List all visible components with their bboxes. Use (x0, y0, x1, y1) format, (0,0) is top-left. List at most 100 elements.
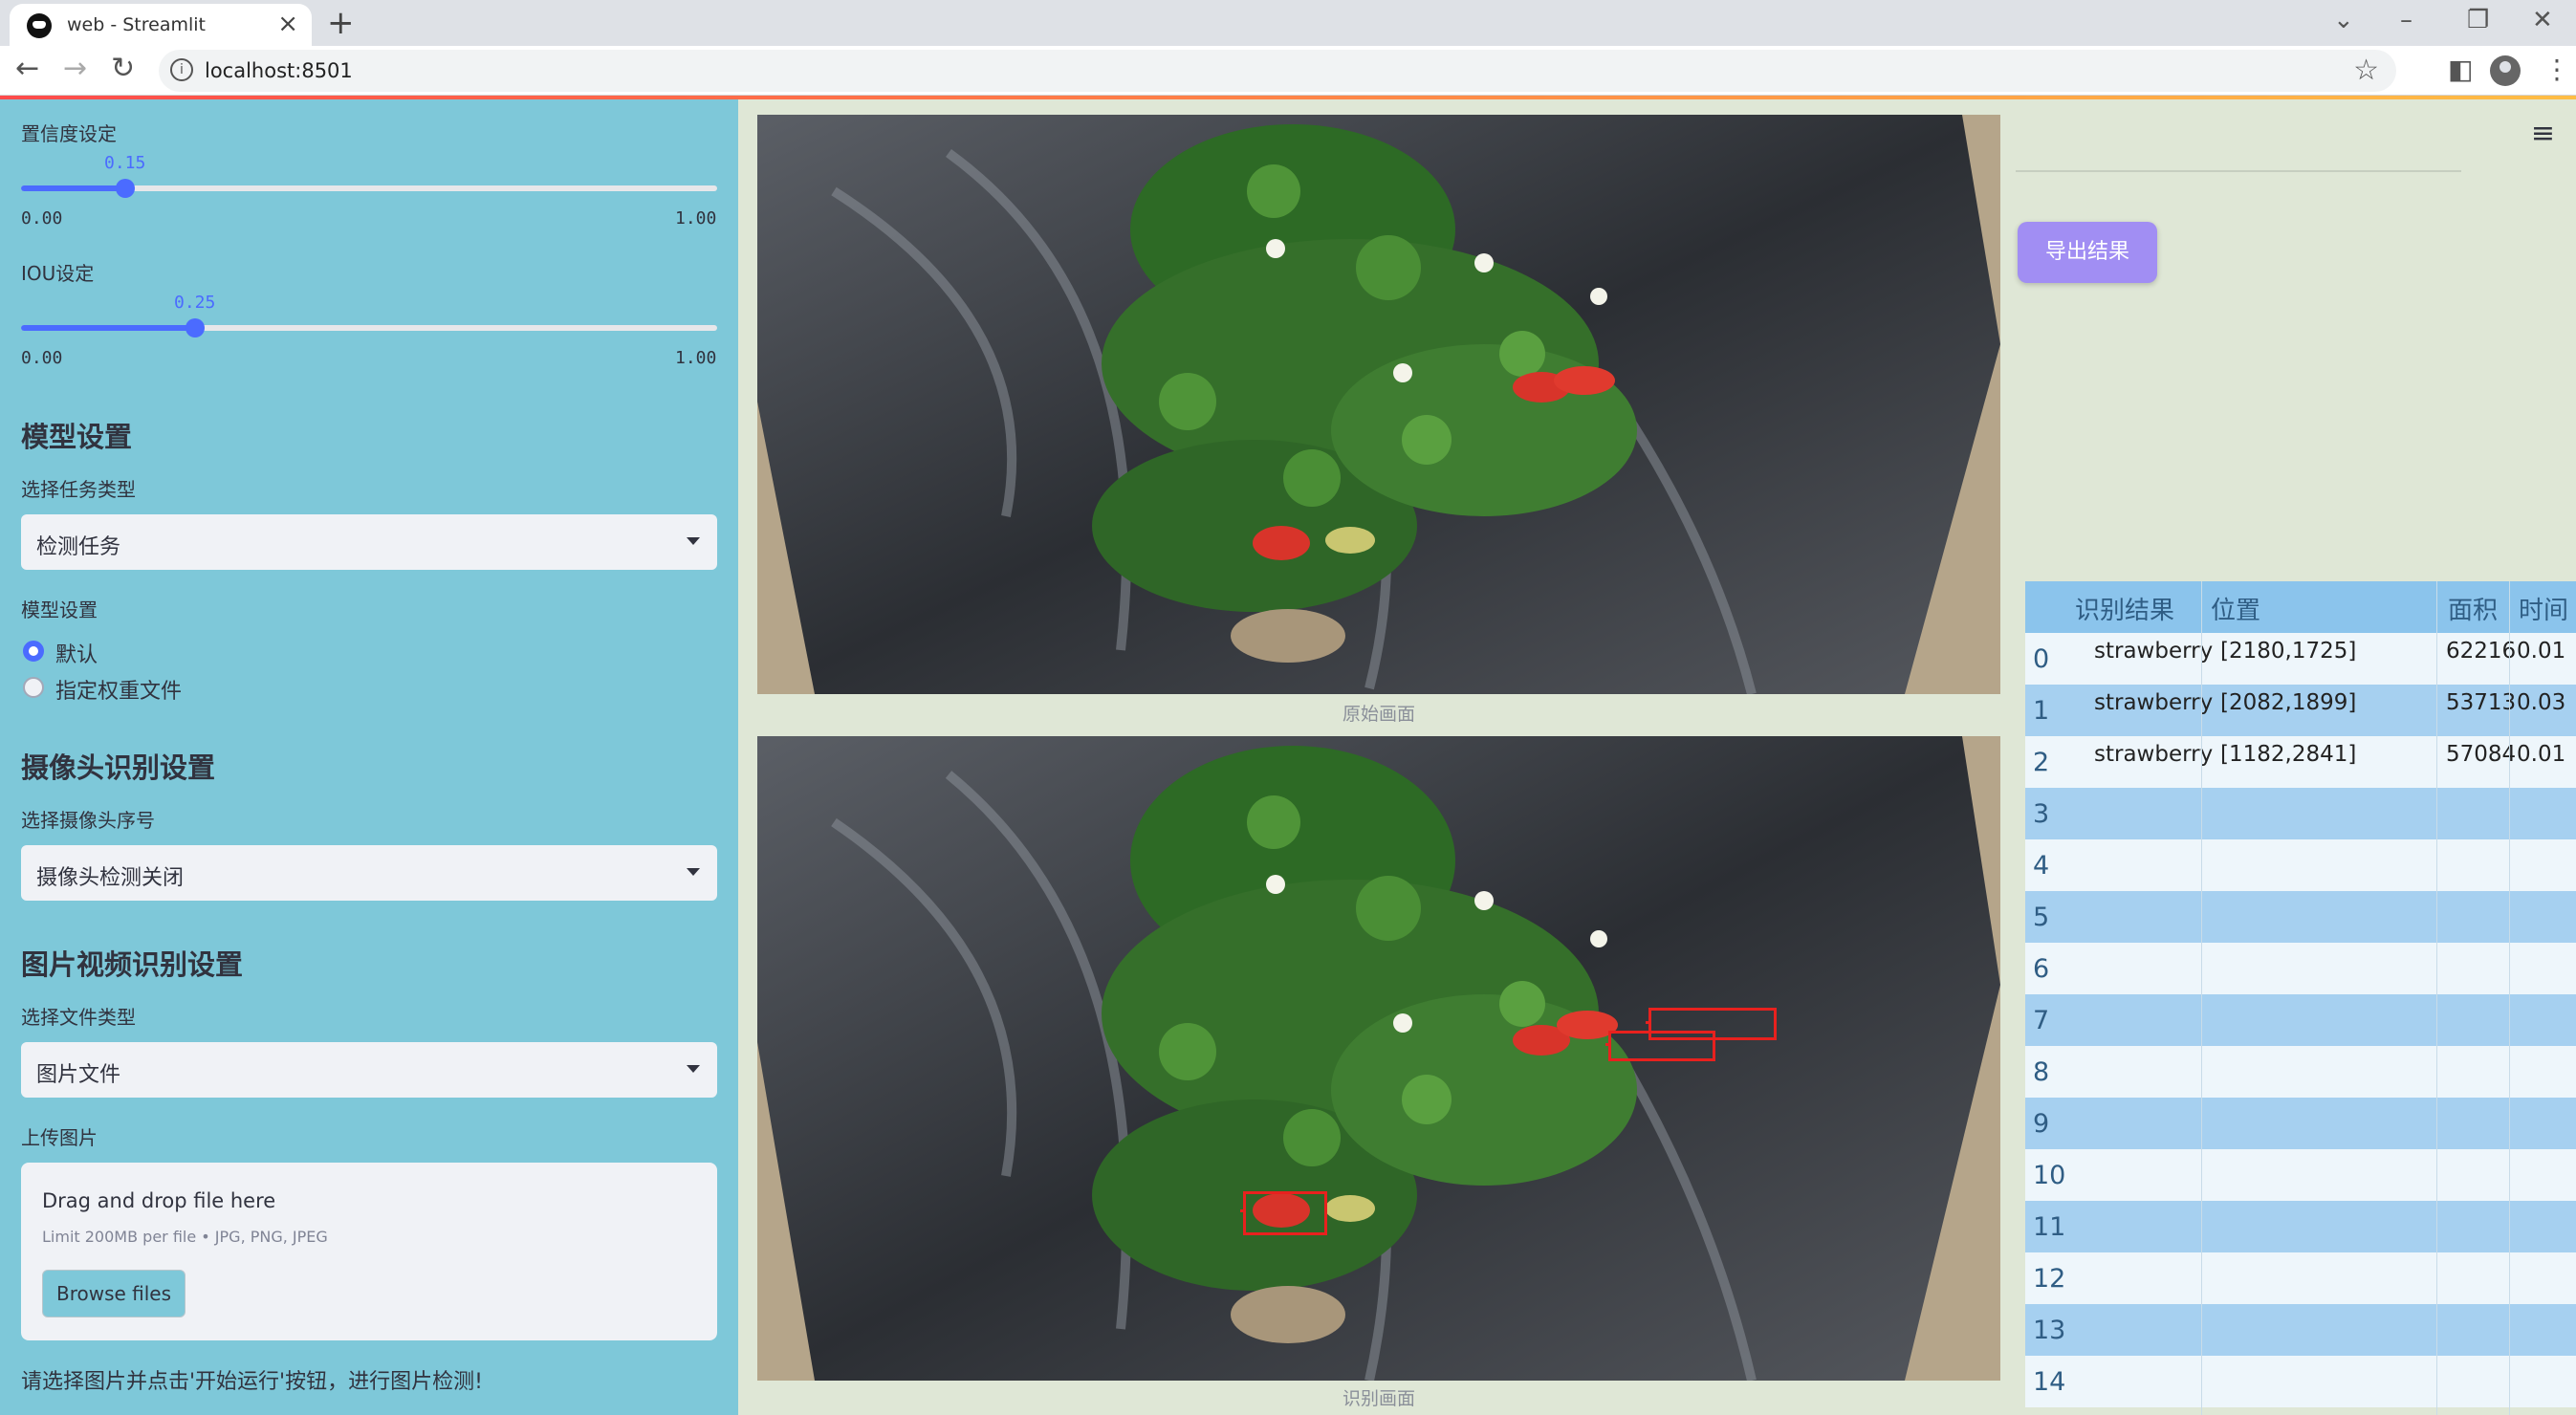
restore-icon[interactable]: ❐ (2467, 6, 2489, 34)
column-header-result[interactable]: 识别结果 (2075, 591, 2174, 626)
cell-position: [1182,2841] (2220, 742, 2357, 767)
cell-time: 0.03 (2517, 690, 2566, 715)
new-tab-icon[interactable]: + (327, 4, 355, 42)
table-row[interactable]: 7 (2025, 994, 2576, 1046)
model-label: 模型设置 (21, 599, 98, 621)
radio-default-circle[interactable] (23, 641, 44, 662)
row-index: 0 (2033, 644, 2050, 674)
instruction-hint: 请选择图片并点击'开始运行'按钮，进行图片检测! (21, 1370, 483, 1394)
cell-area: 53713 (2446, 690, 2517, 715)
column-header-position[interactable]: 位置 (2211, 591, 2260, 626)
table-row[interactable]: 12 (2025, 1252, 2576, 1304)
cell-result: strawberry (2094, 742, 2214, 767)
table-row[interactable]: 8 (2025, 1046, 2576, 1098)
sidebar: 置信度设定 0.15 0.00 1.00 IOU设定 0.25 0.00 1.0… (0, 99, 738, 1415)
forward-icon[interactable]: → (63, 52, 87, 85)
row-index: 3 (2033, 799, 2050, 829)
export-results-button[interactable]: 导出结果 (2018, 222, 2157, 283)
file-dropzone[interactable]: Drag and drop file here Limit 200MB per … (21, 1163, 717, 1340)
close-window-icon[interactable]: ✕ (2532, 6, 2553, 34)
detection-box (1605, 1031, 1715, 1061)
streamlit-favicon-icon (27, 13, 52, 38)
row-index: 11 (2033, 1212, 2066, 1242)
table-row[interactable]: 5 (2025, 891, 2576, 943)
cell-time: 0.01 (2517, 742, 2566, 767)
confidence-max: 1.00 (675, 208, 717, 229)
detected-caption: 识别画面 (1342, 1388, 1415, 1409)
browser-tab[interactable]: web - Streamlit × (10, 4, 312, 46)
camera-select[interactable]: 摄像头检测关闭 (21, 845, 717, 901)
confidence-slider-thumb[interactable] (116, 179, 135, 198)
confidence-slider-fill (21, 185, 125, 191)
radio-weight-file-circle[interactable] (23, 677, 44, 698)
iou-slider[interactable] (21, 318, 717, 337)
table-row[interactable]: 4 (2025, 839, 2576, 891)
browse-files-button[interactable]: Browse files (42, 1270, 186, 1317)
dropzone-title: Drag and drop file here (42, 1189, 276, 1212)
side-panel-icon[interactable]: ◧ (2448, 54, 2473, 85)
profile-avatar-icon[interactable] (2490, 55, 2521, 86)
bookmark-star-icon[interactable]: ☆ (2353, 54, 2379, 87)
table-row[interactable]: 1 strawberry [2082,1899] 53713 0.03 (2025, 685, 2576, 736)
row-index: 7 (2033, 1006, 2050, 1035)
original-image (757, 115, 2000, 694)
iou-label: IOU设定 (21, 262, 95, 285)
row-index: 10 (2033, 1161, 2066, 1190)
iou-value: 0.25 (174, 293, 216, 313)
table-row[interactable]: 3 (2025, 788, 2576, 839)
close-tab-icon[interactable]: × (277, 10, 298, 38)
column-divider (2201, 581, 2202, 1415)
site-info-icon[interactable]: i (170, 58, 193, 81)
radio-weight-file-label: 指定权重文件 (55, 680, 183, 704)
cell-result: strawberry (2094, 639, 2214, 664)
cell-position: [2180,1725] (2220, 639, 2357, 664)
tab-search-icon[interactable]: ⌄ (2333, 6, 2354, 34)
task-type-label: 选择任务类型 (21, 478, 136, 501)
url-text: localhost:8501 (205, 59, 353, 82)
model-settings-header: 模型设置 (21, 421, 133, 453)
detected-image (757, 736, 2000, 1381)
chevron-down-icon (687, 1065, 700, 1073)
table-row[interactable]: 2 strawberry [1182,2841] 57084 0.01 (2025, 736, 2576, 788)
row-index: 14 (2033, 1367, 2066, 1397)
cell-position: [2082,1899] (2220, 690, 2357, 715)
table-row[interactable]: 14 (2025, 1356, 2576, 1407)
column-header-area[interactable]: 面积 (2448, 591, 2498, 626)
table-row[interactable]: 6 (2025, 943, 2576, 994)
camera-settings-header: 摄像头识别设置 (21, 751, 216, 784)
upload-label: 上传图片 (21, 1126, 98, 1149)
iou-slider-fill (21, 325, 195, 331)
cell-area: 57084 (2446, 742, 2517, 767)
table-row[interactable]: 13 (2025, 1304, 2576, 1356)
address-bar[interactable]: i localhost:8501 ☆ (159, 50, 2396, 92)
media-settings-header: 图片视频识别设置 (21, 948, 244, 981)
row-index: 13 (2033, 1316, 2066, 1345)
chevron-down-icon (687, 868, 700, 876)
table-row[interactable]: 10 (2025, 1149, 2576, 1201)
iou-slider-thumb[interactable] (186, 318, 205, 337)
row-index: 8 (2033, 1057, 2050, 1087)
chevron-down-icon (687, 537, 700, 545)
hamburger-menu-icon[interactable]: ≡ (2531, 117, 2555, 150)
task-type-select[interactable]: 检测任务 (21, 514, 717, 570)
cell-area: 62216 (2446, 639, 2517, 664)
table-row[interactable]: 9 (2025, 1098, 2576, 1149)
minimize-icon[interactable]: – (2400, 6, 2412, 34)
confidence-min: 0.00 (21, 208, 63, 229)
dropzone-limit: Limit 200MB per file • JPG, PNG, JPEG (42, 1228, 328, 1246)
back-icon[interactable]: ← (15, 52, 39, 85)
table-row[interactable]: 11 (2025, 1201, 2576, 1252)
table-row[interactable]: 0 strawberry [2180,1725] 62216 0.01 (2025, 633, 2576, 685)
reload-icon[interactable]: ↻ (111, 52, 135, 85)
camera-select-value: 摄像头检测关闭 (36, 866, 185, 890)
main-content: 原始画面 识别画面 ≡ 导出结果 识别结果 位置 面积 时间 0 strawbe… (738, 99, 2576, 1415)
detection-box (1240, 1191, 1327, 1235)
table-header: 识别结果 位置 面积 时间 (2025, 581, 2576, 633)
browser-menu-icon[interactable]: ⋮ (2543, 54, 2570, 85)
cell-result: strawberry (2094, 690, 2214, 715)
column-header-time[interactable]: 时间 (2519, 591, 2568, 626)
results-table: 识别结果 位置 面积 时间 0 strawberry [2180,1725] 6221… (2025, 581, 2576, 1415)
browser-chrome: web - Streamlit × + ⌄ – ❐ ✕ ← → ↻ i loca… (0, 0, 2576, 96)
file-type-select[interactable]: 图片文件 (21, 1042, 717, 1098)
confidence-slider[interactable] (21, 179, 717, 198)
